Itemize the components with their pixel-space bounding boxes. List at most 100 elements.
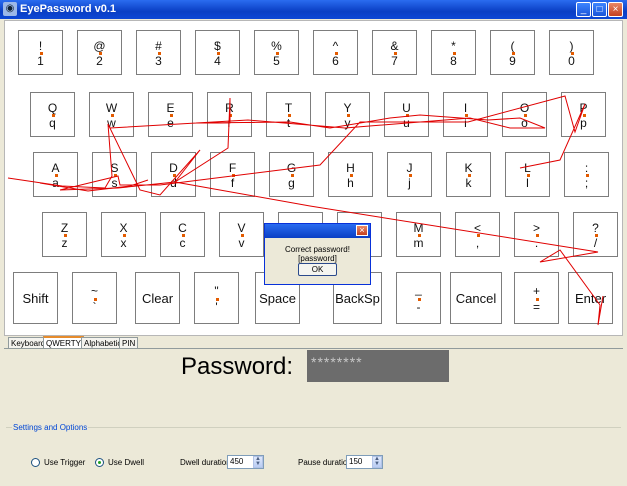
cancel-key[interactable]: Cancel	[450, 272, 502, 324]
settings-legend: Settings and Options	[12, 423, 89, 432]
key-4[interactable]: $4	[195, 30, 240, 75]
key-h[interactable]: Hh	[328, 152, 373, 197]
key-8[interactable]: * 8	[431, 30, 476, 75]
key-comma[interactable]: <,	[455, 212, 500, 257]
ok-button[interactable]: OK	[298, 263, 337, 276]
key-w[interactable]: Ww	[89, 92, 134, 137]
key-q[interactable]: Qq	[30, 92, 75, 137]
window-title: EyePassword v0.1	[20, 3, 117, 15]
confirmation-dialog: × Correct password! [password] OK	[264, 223, 371, 285]
key-bottom-char: a	[52, 176, 59, 190]
dwell-duration-value: 450	[230, 457, 244, 466]
key-bottom-char: .	[534, 236, 539, 250]
key-quote[interactable]: " '	[194, 272, 239, 324]
dialog-close-button[interactable]: ×	[356, 225, 368, 236]
minimize-button[interactable]: _	[576, 2, 591, 17]
key-slash[interactable]: ? /	[573, 212, 618, 257]
key-top-char: #	[155, 39, 162, 53]
key-7[interactable]: & 7	[372, 30, 417, 75]
key-top-char: J	[406, 161, 413, 175]
shift-key[interactable]: Shift	[13, 272, 58, 324]
key-x[interactable]: Xx	[101, 212, 146, 257]
enter-key[interactable]: Enter	[568, 272, 613, 324]
key-bottom-char: z	[61, 236, 68, 250]
key-d[interactable]: Dd	[151, 152, 196, 197]
key-bottom-char: 4	[214, 54, 221, 68]
key-m[interactable]: Mm	[396, 212, 441, 257]
key-s[interactable]: Ss	[92, 152, 137, 197]
key-top-char: X	[119, 221, 128, 235]
key-bottom-char: c	[179, 236, 186, 250]
maximize-button[interactable]: □	[592, 2, 607, 17]
pause-duration-spinner[interactable]: ▲ ▼	[372, 456, 382, 468]
key-bottom-char: p	[580, 116, 587, 130]
key-period[interactable]: >.	[514, 212, 559, 257]
key-c[interactable]: Cc	[160, 212, 205, 257]
key-a[interactable]: Aa	[33, 152, 78, 197]
key-v[interactable]: Vv	[219, 212, 264, 257]
key-9[interactable]: (9	[490, 30, 535, 75]
key-y[interactable]: Yy	[325, 92, 370, 137]
password-label: Password:	[181, 353, 294, 380]
key-top-char: P	[579, 101, 588, 115]
use-trigger-label[interactable]: Use Trigger	[44, 458, 85, 467]
key-top-char: V	[237, 221, 246, 235]
key-bottom-char: h	[347, 176, 354, 190]
key-bottom-char: j	[408, 176, 411, 190]
key-top-char: E	[166, 101, 175, 115]
key-top-char: _	[415, 282, 422, 296]
key-5[interactable]: % 5	[254, 30, 299, 75]
key-0[interactable]: ) 0	[549, 30, 594, 75]
key-top-char: F	[228, 161, 237, 175]
key-k[interactable]: Kk	[446, 152, 491, 197]
use-trigger-radio[interactable]	[31, 458, 40, 467]
key-bottom-char: =	[532, 300, 540, 314]
dwell-duration-spinner[interactable]: ▲ ▼	[253, 456, 263, 468]
close-button[interactable]: ×	[608, 2, 623, 17]
key-r[interactable]: Rr	[207, 92, 252, 137]
key-p[interactable]: Pp	[561, 92, 606, 137]
key-minus[interactable]: _ -	[396, 272, 441, 324]
key-3[interactable]: #3	[136, 30, 181, 75]
key-label: Space	[259, 291, 296, 306]
clear-key[interactable]: Clear	[135, 272, 180, 324]
key-top-char: ?	[592, 221, 599, 235]
key-top-char: H	[346, 161, 355, 175]
key-j[interactable]: Jj	[387, 152, 432, 197]
key-2[interactable]: @2	[77, 30, 122, 75]
key-u[interactable]: Uu	[384, 92, 429, 137]
key-bottom-char: v	[238, 236, 245, 250]
key-1[interactable]: ! 1	[18, 30, 63, 75]
key-top-char: $	[214, 39, 221, 53]
key-g[interactable]: Gg	[269, 152, 314, 197]
key-top-char: T	[284, 101, 293, 115]
key-bottom-char: t	[286, 116, 291, 130]
key-semicolon[interactable]: :;	[564, 152, 609, 197]
dwell-duration-input[interactable]: 450 ▲ ▼	[227, 455, 264, 469]
key-bottom-char: r	[227, 116, 232, 130]
key-top-char: >	[532, 221, 540, 235]
key-bottom-char: ,	[475, 236, 480, 250]
key-label: Shift	[22, 291, 49, 306]
key-e[interactable]: Ee	[148, 92, 193, 137]
key-t[interactable]: Tt	[266, 92, 311, 137]
key-z[interactable]: Zz	[42, 212, 87, 257]
key-bottom-char: 7	[391, 54, 398, 68]
dialog-message: Correct password! [password]	[285, 245, 350, 263]
key-top-char: !	[38, 39, 43, 53]
dialog-title-bar: ×	[265, 224, 370, 238]
key-bottom-char: 6	[332, 54, 339, 68]
key-bottom-char: u	[403, 116, 410, 130]
key-i[interactable]: Ii	[443, 92, 488, 137]
key-top-char: M	[413, 221, 424, 235]
key-f[interactable]: Ff	[210, 152, 255, 197]
key-l[interactable]: Ll	[505, 152, 550, 197]
use-dwell-radio[interactable]	[95, 458, 104, 467]
use-dwell-label[interactable]: Use Dwell	[108, 458, 144, 467]
key-plus[interactable]: + =	[514, 272, 559, 324]
key-bottom-char: y	[344, 116, 351, 130]
key-o[interactable]: Oo	[502, 92, 547, 137]
key-tilde[interactable]: ~ `	[72, 272, 117, 324]
key-6[interactable]: ^ 6	[313, 30, 358, 75]
pause-duration-input[interactable]: 150 ▲ ▼	[346, 455, 383, 469]
